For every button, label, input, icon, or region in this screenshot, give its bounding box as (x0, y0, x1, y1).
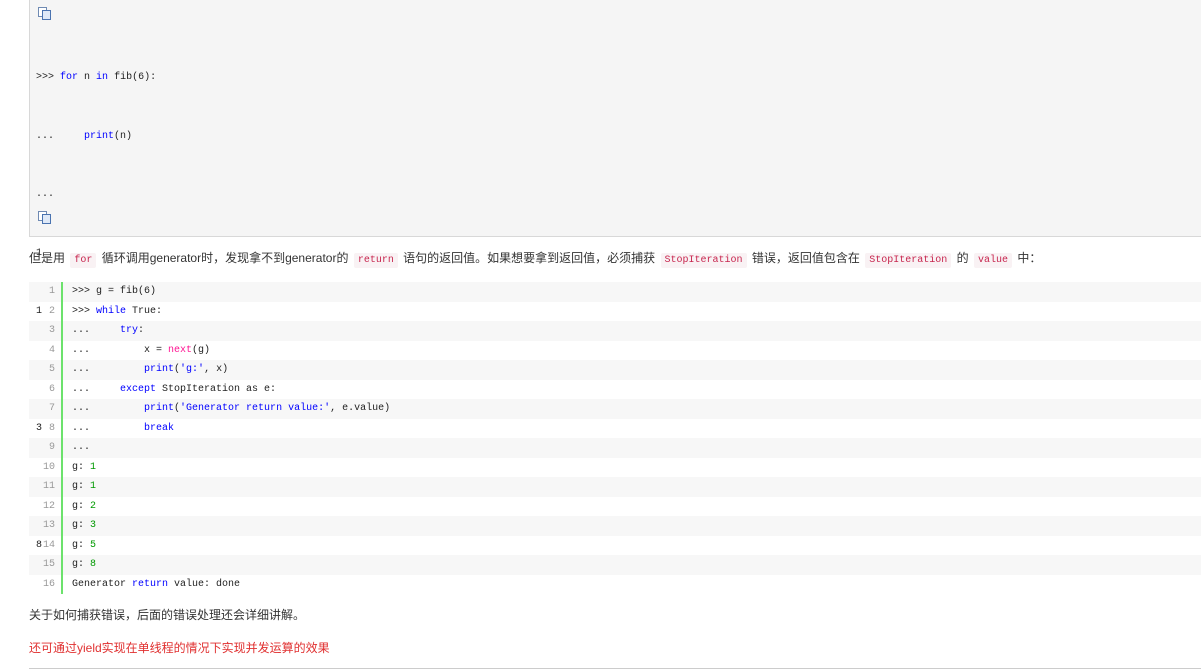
paragraph-error-handling: 关于如何捕获错误，后面的错误处理还会详细讲解。 (29, 608, 306, 622)
code-text: ... break (72, 422, 175, 434)
line-number: 16 (29, 574, 63, 594)
code-line: ... print(n) (36, 130, 133, 142)
code-text: g: 5 (72, 539, 97, 551)
code-line: ... (36, 189, 55, 200)
code-row: 9... (29, 438, 1201, 458)
line-number: 15 (29, 555, 63, 575)
inline-code: for (70, 253, 97, 268)
code-row: 11 g: 1 (29, 477, 1201, 497)
code-text: Generator return value: done (72, 578, 241, 590)
line-number: 10 (29, 457, 63, 477)
line-number: 12 (29, 496, 63, 516)
code-row: 8 ... break (29, 418, 1201, 438)
copy-code-icon[interactable] (38, 7, 51, 20)
code-row: 10 g: 1 (29, 457, 1201, 477)
code-text: ... try: (72, 325, 145, 337)
inline-code: StopIteration (660, 253, 747, 268)
code-text: ... x = next(g) (72, 344, 211, 356)
code-row: 2 >>> while True: (29, 301, 1201, 321)
line-number: 1 (29, 282, 63, 302)
copy-code-icon[interactable] (38, 211, 51, 224)
text: 但是用 (29, 251, 66, 265)
code-row: 6 ... except StopIteration as e: (29, 379, 1201, 399)
line-number: 14 (29, 535, 63, 555)
code-row: 16 Generator return value: done (29, 574, 1201, 594)
code-row: 12 g: 2 (29, 496, 1201, 516)
text: 错误，返回值包含在 (751, 251, 860, 265)
line-number: 7 (29, 399, 63, 419)
inline-code: value (973, 253, 1012, 268)
text: 的 (956, 251, 969, 265)
code-text: ... (72, 442, 91, 454)
code-row: 14 g: 5 (29, 535, 1201, 555)
inline-code: return (353, 253, 398, 268)
code-text: ... except StopIteration as e: (72, 383, 277, 395)
code-row: 13 g: 3 (29, 516, 1201, 536)
paragraph-stopiteration: 但是用 for 循环调用generator时，发现拿不到generator的 r… (29, 249, 1041, 270)
code-text: g: 1 (72, 481, 97, 493)
code-row: 4 ... x = next(g) (29, 340, 1201, 360)
line-number: 8 (29, 418, 63, 438)
line-number: 4 (29, 340, 63, 360)
line-number: 9 (29, 438, 63, 458)
code-text: g: 8 (72, 559, 97, 571)
text: 循环调用generator时，发现拿不到generator的 (101, 251, 349, 265)
line-number: 3 (29, 321, 63, 341)
code-text: ... print('Generator return value:', e.v… (72, 403, 391, 415)
line-number: 13 (29, 516, 63, 536)
code-text: >>> while True: (72, 305, 163, 317)
link-yield-concurrency[interactable]: 还可通过yield实现在单线程的情况下实现并发运算的效果 (29, 639, 330, 656)
code-line: >>> for n in fib(6): (36, 72, 157, 83)
line-number: 2 (29, 301, 63, 321)
numbered-code-block: 1 >>> g = fib(6) 2 >>> while True: 3 ... tr… (29, 282, 1201, 594)
code-block-output: >>> for n in fib(6): ... print(n) ... 1 … (29, 0, 1201, 551)
code-row: 7 ... print('Generator return value:', e.… (29, 399, 1201, 419)
line-number: 5 (29, 360, 63, 380)
code-text: g: 1 (72, 461, 97, 473)
line-number: 11 (29, 477, 63, 497)
code-text: ... print('g:', x) (72, 364, 229, 376)
code-row: 3 ... try: (29, 321, 1201, 341)
text: 中： (1017, 251, 1042, 265)
divider (29, 668, 1201, 669)
line-number: 6 (29, 379, 63, 399)
inline-code: StopIteration (865, 253, 952, 268)
code-row: 5 ... print('g:', x) (29, 360, 1201, 380)
text: 语句的返回值。如果想要拿到返回值，必须捕获 (403, 251, 656, 265)
code-row: 15 g: 8 (29, 555, 1201, 575)
code-row: 1 >>> g = fib(6) (29, 282, 1201, 302)
code-text: g: 3 (72, 520, 97, 532)
code-text: >>> g = fib(6) (72, 286, 157, 298)
code-text: g: 2 (72, 500, 97, 512)
